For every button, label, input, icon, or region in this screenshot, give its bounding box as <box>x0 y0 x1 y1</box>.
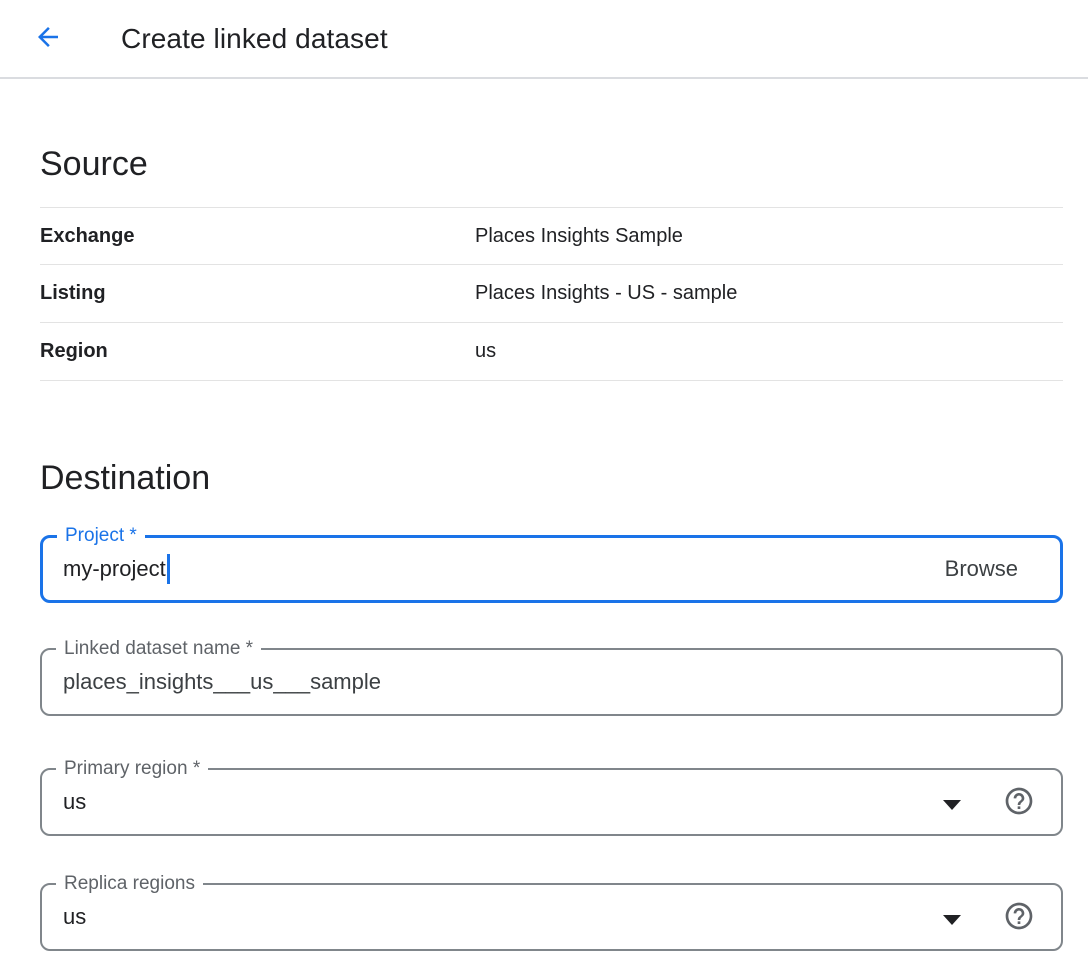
replica-regions-help-button[interactable] <box>1003 901 1035 933</box>
replica-regions-value: us <box>63 904 1019 930</box>
region-label: Region <box>40 340 475 363</box>
listing-label: Listing <box>40 282 475 305</box>
back-button[interactable] <box>33 17 77 61</box>
text-cursor <box>167 554 170 584</box>
create-linked-dataset-form: Source Exchange Places Insights Sample L… <box>0 143 1088 951</box>
primary-region-select[interactable]: Primary region * us <box>40 768 1063 836</box>
table-row-exchange: Exchange Places Insights Sample <box>40 207 1063 265</box>
project-input-value: my-project <box>63 556 166 582</box>
table-row-region: Region us <box>40 323 1063 381</box>
exchange-label: Exchange <box>40 225 475 248</box>
replica-regions-label: Replica regions <box>56 873 203 895</box>
source-section-heading: Source <box>40 143 1063 185</box>
page-title: Create linked dataset <box>121 23 388 55</box>
source-table: Exchange Places Insights Sample Listing … <box>40 207 1063 381</box>
project-input[interactable]: my-project <box>63 554 945 584</box>
header: Create linked dataset <box>0 0 1088 79</box>
browse-button[interactable]: Browse <box>945 556 1018 582</box>
project-field[interactable]: Project * my-project Browse <box>40 535 1063 603</box>
primary-region-label: Primary region * <box>56 758 208 780</box>
help-icon <box>1003 900 1035 935</box>
exchange-value: Places Insights Sample <box>475 225 683 248</box>
caret-down-icon <box>943 797 961 807</box>
table-row-listing: Listing Places Insights - US - sample <box>40 265 1063 323</box>
caret-down-icon <box>943 912 961 922</box>
help-icon <box>1003 785 1035 820</box>
region-value: us <box>475 340 496 363</box>
arrow-back-icon <box>33 22 63 55</box>
destination-section-heading: Destination <box>40 457 1063 499</box>
primary-region-help-button[interactable] <box>1003 786 1035 818</box>
linked-dataset-name-input[interactable] <box>63 669 1019 695</box>
replica-regions-select[interactable]: Replica regions us <box>40 883 1063 951</box>
project-field-label: Project * <box>57 525 145 547</box>
listing-value: Places Insights - US - sample <box>475 282 737 305</box>
primary-region-value: us <box>63 789 1019 815</box>
linked-dataset-name-field[interactable]: Linked dataset name * <box>40 648 1063 716</box>
linked-dataset-name-label: Linked dataset name * <box>56 638 261 660</box>
